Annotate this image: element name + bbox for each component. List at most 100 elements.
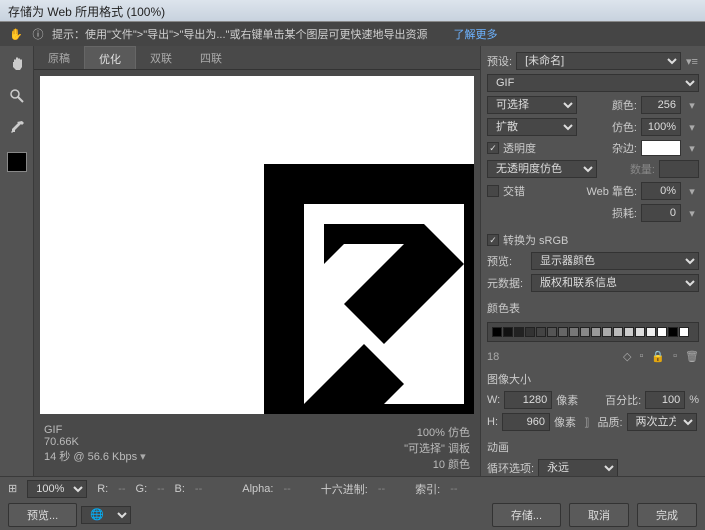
preset-select[interactable]: [未命名] — [516, 52, 681, 70]
color-swatch-item[interactable] — [635, 327, 645, 337]
matte-label: 杂边: — [612, 140, 637, 156]
websnap-input[interactable] — [641, 182, 681, 200]
color-swatch-item[interactable] — [558, 327, 568, 337]
color-swatch-item[interactable] — [591, 327, 601, 337]
hint-text: 提示：使用"文件">"导出">"导出为..."或右键单击某个图层可更快速地导出资… — [52, 26, 427, 42]
dither-input[interactable] — [641, 118, 681, 136]
window-title: 存储为 Web 所用格式 (100%) — [0, 0, 705, 22]
animation-label: 动画 — [487, 439, 699, 455]
done-button[interactable]: 完成 — [637, 503, 697, 527]
tab-2up[interactable]: 双联 — [136, 46, 186, 69]
lossy-input[interactable] — [641, 204, 681, 222]
transparency-label: 透明度 — [503, 140, 536, 156]
ct-lock-icon[interactable]: 🔒 — [651, 350, 665, 363]
preset-label: 预设: — [487, 53, 512, 69]
color-swatch-item[interactable] — [536, 327, 546, 337]
color-swatch-item[interactable] — [646, 327, 656, 337]
footer-bar: 预览... 🌐 存储... 取消 完成 — [0, 500, 705, 530]
hand-icon: ✋ — [8, 26, 24, 42]
status-bar: ⊞ 100% R:-- G:-- B:-- Alpha:-- 十六进制:-- 索… — [0, 476, 705, 500]
colors-stepper-icon[interactable]: ▾ — [685, 99, 699, 112]
tab-optimized[interactable]: 优化 — [84, 46, 136, 69]
height-label: H: — [487, 416, 498, 428]
preset-menu-icon[interactable]: ▾≡ — [685, 55, 699, 68]
tab-original[interactable]: 原稿 — [34, 46, 84, 69]
index-label: 索引: — [415, 481, 440, 497]
ct-delete-icon[interactable]: 🗑 — [685, 350, 699, 363]
ct-shift-icon[interactable]: ▫ — [640, 350, 644, 363]
srgb-label: 转换为 sRGB — [503, 232, 568, 248]
ct-diamond-icon[interactable]: ◇ — [623, 350, 631, 363]
ct-new-icon[interactable]: ▫ — [673, 350, 677, 363]
reduction-select[interactable]: 可选择 — [487, 96, 577, 114]
colors-label: 颜色: — [612, 97, 637, 113]
browser-select[interactable]: 🌐 — [81, 506, 131, 524]
trans-dither-select[interactable]: 无透明度仿色 — [487, 160, 597, 178]
link-icon[interactable]: ⟧ — [584, 416, 589, 429]
left-toolbar — [0, 46, 34, 476]
view-tabs: 原稿 优化 双联 四联 — [34, 46, 480, 70]
color-swatch-item[interactable] — [503, 327, 513, 337]
lossy-stepper-icon[interactable]: ▾ — [685, 207, 699, 220]
color-swatch-item[interactable] — [492, 327, 502, 337]
preview-canvas[interactable] — [40, 76, 474, 414]
color-swatch-item[interactable] — [624, 327, 634, 337]
color-swatch-item[interactable] — [657, 327, 667, 337]
percent-input[interactable] — [645, 391, 685, 409]
info-colors: 10 颜色 — [404, 456, 470, 472]
eyedropper-tool[interactable] — [5, 116, 29, 140]
info-size: 70.66K — [44, 436, 146, 448]
quality-select[interactable]: 两次立方 — [627, 413, 697, 431]
info-zoom: 100% 仿色 — [404, 424, 470, 440]
percent-label: 百分比: — [605, 392, 641, 408]
colortable-count: 18 — [487, 351, 499, 363]
height-input[interactable] — [502, 413, 550, 431]
alpha-label: Alpha: — [242, 483, 273, 495]
preview-button[interactable]: 预览... — [8, 503, 77, 527]
trans-amount-label: 数量: — [630, 161, 655, 177]
format-select[interactable]: GIF — [487, 74, 699, 92]
websnap-stepper-icon[interactable]: ▾ — [685, 185, 699, 198]
srgb-checkbox[interactable] — [487, 234, 499, 246]
color-swatch-item[interactable] — [514, 327, 524, 337]
loop-label: 循环选项: — [487, 460, 534, 476]
color-swatch-item[interactable] — [602, 327, 612, 337]
hand-tool[interactable] — [5, 52, 29, 76]
colortable-label: 颜色表 — [487, 300, 699, 316]
dither-select[interactable]: 扩散 — [487, 118, 577, 136]
cancel-button[interactable]: 取消 — [569, 503, 629, 527]
color-swatch-item[interactable] — [613, 327, 623, 337]
r-label: R: — [97, 483, 108, 495]
tab-4up[interactable]: 四联 — [186, 46, 236, 69]
learn-more-link[interactable]: 了解更多 — [453, 26, 497, 42]
loop-select[interactable]: 永远 — [538, 459, 618, 476]
color-swatch-item[interactable] — [580, 327, 590, 337]
color-swatch-item[interactable] — [569, 327, 579, 337]
preview-select[interactable]: 显示器颜色 — [531, 252, 699, 270]
zoom-select[interactable]: 100% — [27, 480, 87, 498]
color-swatch-item[interactable] — [525, 327, 535, 337]
save-button[interactable]: 存储... — [492, 503, 561, 527]
color-swatch-item[interactable] — [668, 327, 678, 337]
info-format: GIF — [44, 424, 146, 436]
status-menu-icon[interactable]: ⊞ — [8, 482, 17, 495]
colors-input[interactable] — [641, 96, 681, 114]
width-input[interactable] — [504, 391, 552, 409]
interlace-label: 交错 — [503, 183, 525, 199]
color-swatch-item[interactable] — [547, 327, 557, 337]
preview-info: GIF 70.66K 14 秒 @ 56.6 Kbps ▾ 100% 仿色 "可… — [34, 420, 480, 476]
preview-image — [224, 164, 474, 414]
metadata-select[interactable]: 版权和联系信息 — [531, 274, 699, 292]
time-menu-icon[interactable]: ▾ — [140, 451, 146, 463]
matte-swatch[interactable] — [641, 140, 681, 156]
lossy-label: 损耗: — [612, 205, 637, 221]
dither-stepper-icon[interactable]: ▾ — [685, 121, 699, 134]
color-swatch[interactable] — [7, 152, 27, 172]
transparency-checkbox[interactable] — [487, 142, 499, 154]
imagesize-label: 图像大小 — [487, 371, 699, 387]
zoom-tool[interactable] — [5, 84, 29, 108]
settings-panel: 预设: [未命名] ▾≡ GIF 可选择 颜色: ▾ 扩散 仿色: ▾ 透明度 … — [480, 46, 705, 476]
color-swatch-item[interactable] — [679, 327, 689, 337]
interlace-checkbox[interactable] — [487, 185, 499, 197]
matte-menu-icon[interactable]: ▾ — [685, 142, 699, 155]
